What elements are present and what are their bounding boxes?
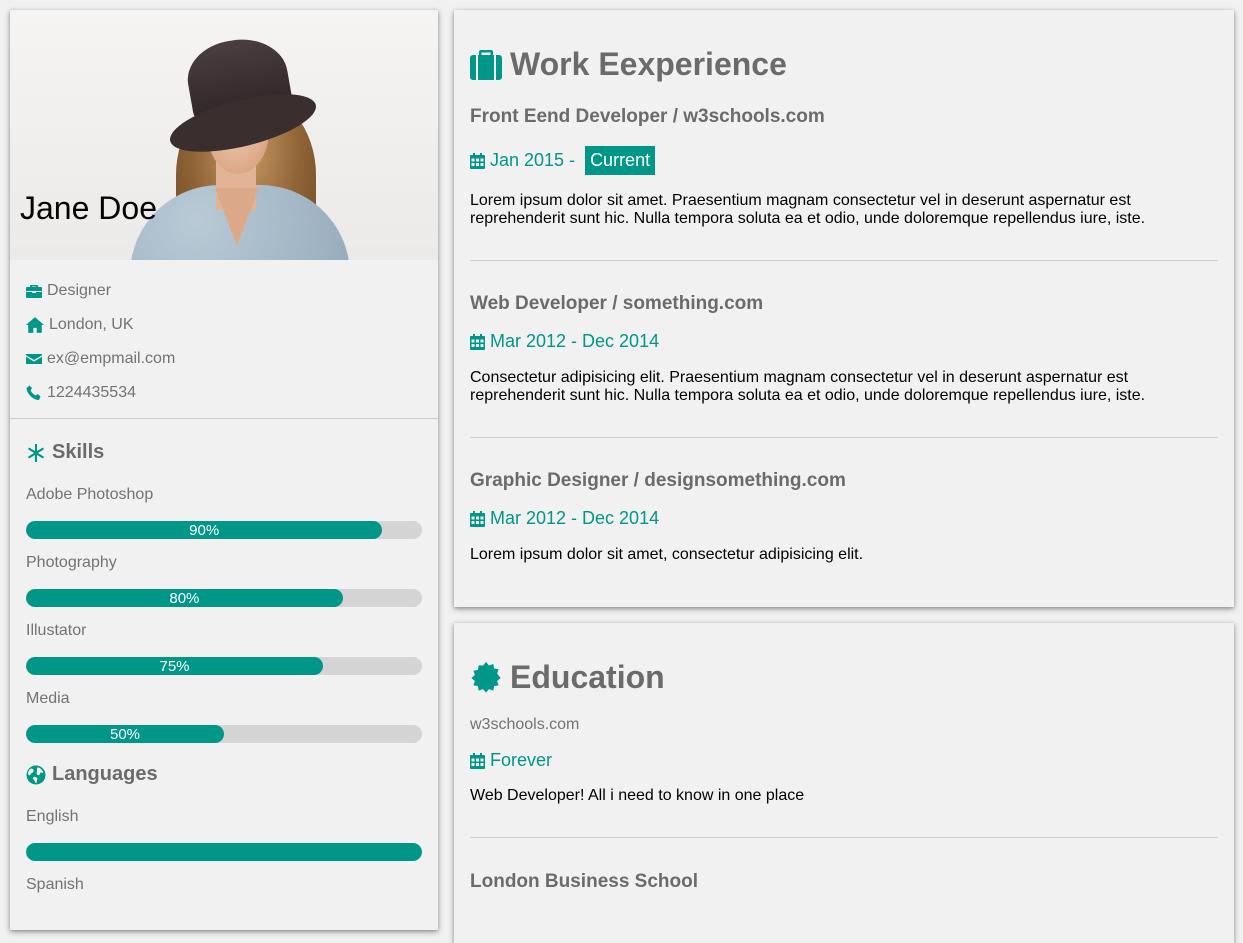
info-email-link[interactable]: ex@empmail.com bbox=[47, 350, 175, 368]
current-badge: Current bbox=[585, 146, 656, 175]
skill-label: Media bbox=[26, 690, 70, 707]
job-title: Graphic Designer / designsomething.com bbox=[470, 470, 846, 491]
job-entry: Front Eend Developer / w3schools.com Jan… bbox=[454, 83, 1234, 260]
calendar-icon bbox=[470, 152, 485, 169]
skill-progress-fill: 75% bbox=[26, 657, 323, 675]
language-progress-fill bbox=[26, 843, 422, 861]
skills-title: Skills bbox=[52, 441, 105, 463]
info-email: ex@empmail.com bbox=[26, 342, 422, 376]
skill-progress-fill: 50% bbox=[26, 725, 224, 743]
skill-progress-bar: 50% bbox=[26, 725, 422, 743]
education-heading: Education bbox=[454, 659, 1234, 696]
job-date: Jan 2015 - Current bbox=[470, 146, 1218, 175]
info-location-text: London, UK bbox=[49, 316, 134, 333]
info-occupation: Designer bbox=[26, 274, 422, 308]
asterisk-icon bbox=[28, 443, 44, 462]
education-title: Education bbox=[510, 659, 665, 695]
info-phone-text: 1224435534 bbox=[47, 384, 136, 401]
info-location: London, UK bbox=[26, 308, 422, 342]
phone-icon bbox=[26, 385, 41, 400]
job-entry: Graphic Designer / designsomething.com M… bbox=[454, 438, 1234, 564]
languages-heading: Languages bbox=[10, 763, 438, 786]
skill-label: Illustator bbox=[26, 622, 87, 639]
skill-label: Adobe Photoshop bbox=[26, 486, 154, 503]
calendar-icon bbox=[470, 333, 485, 350]
language-progress-bar bbox=[26, 843, 422, 861]
skill-progress-fill: 80% bbox=[26, 589, 343, 607]
skill-progress-fill: 90% bbox=[26, 521, 383, 539]
profile-name: Jane Doe bbox=[20, 190, 157, 226]
skill-progress-bar: 75% bbox=[26, 657, 422, 675]
work-title: Work Eexperience bbox=[510, 46, 787, 82]
job-date-text: Mar 2012 - Dec 2014 bbox=[490, 508, 660, 528]
languages-title: Languages bbox=[52, 763, 158, 785]
school-name: w3schools.com bbox=[470, 716, 580, 733]
suitcase-icon bbox=[470, 49, 502, 80]
job-title: Web Developer / something.com bbox=[470, 293, 764, 314]
education-entry: w3schools.com Forever Web Developer! All… bbox=[454, 696, 1234, 837]
job-date: Mar 2012 - Dec 2014 bbox=[470, 508, 1218, 529]
education-entry: London Business School bbox=[454, 838, 1234, 893]
skill-label: Photography bbox=[26, 554, 117, 571]
work-heading: Work Eexperience bbox=[454, 46, 1234, 83]
profile-card: Jane Doe Designer London, UK ex@empmail.… bbox=[10, 10, 438, 930]
envelope-icon bbox=[26, 354, 42, 364]
job-entry: Web Developer / something.com Mar 2012 -… bbox=[454, 261, 1234, 437]
language-label: English bbox=[26, 808, 79, 825]
skills-heading: Skills bbox=[10, 441, 438, 464]
job-date-text: Jan 2015 - bbox=[490, 150, 581, 170]
briefcase-icon bbox=[26, 285, 42, 298]
home-icon bbox=[26, 317, 44, 333]
language-label: Spanish bbox=[26, 876, 84, 893]
skill-progress-bar: 90% bbox=[26, 521, 422, 539]
education-date-text: Forever bbox=[490, 750, 553, 770]
globe-icon bbox=[26, 765, 46, 784]
education-date: Forever bbox=[470, 750, 1218, 771]
job-description: Lorem ipsum dolor sit amet. Praesentium … bbox=[470, 192, 1146, 227]
work-experience-card: Work Eexperience Front Eend Developer / … bbox=[454, 10, 1234, 607]
calendar-icon bbox=[470, 510, 485, 527]
education-card: Education w3schools.com Forever Web Deve… bbox=[454, 623, 1234, 943]
job-date-text: Mar 2012 - Dec 2014 bbox=[490, 331, 660, 351]
job-description: Lorem ipsum dolor sit amet, consectetur … bbox=[470, 546, 864, 563]
profile-photo: Jane Doe bbox=[10, 10, 438, 260]
job-title: Front Eend Developer / w3schools.com bbox=[470, 106, 825, 127]
school-name: London Business School bbox=[470, 871, 699, 892]
certificate-icon bbox=[471, 661, 501, 693]
calendar-icon bbox=[470, 752, 485, 769]
skill-progress-bar: 80% bbox=[26, 589, 422, 607]
job-date: Mar 2012 - Dec 2014 bbox=[470, 331, 1218, 352]
job-description: Consectetur adipisicing elit. Praesentiu… bbox=[470, 369, 1146, 404]
info-phone: 1224435534 bbox=[26, 376, 422, 410]
profile-info-list: Designer London, UK ex@empmail.com 12244… bbox=[10, 260, 438, 410]
education-description: Web Developer! All i need to know in one… bbox=[470, 787, 805, 804]
info-occupation-text: Designer bbox=[47, 282, 112, 299]
